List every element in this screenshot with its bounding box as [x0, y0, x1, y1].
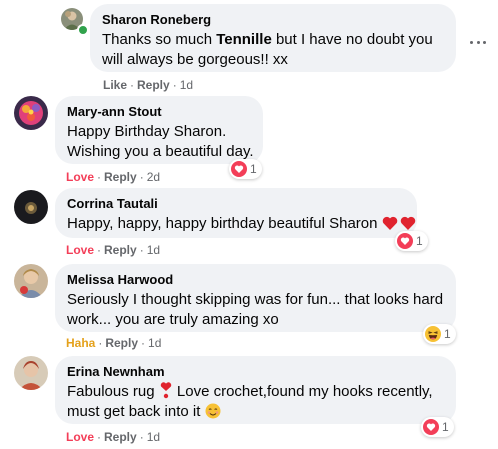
love-reaction-icon	[423, 419, 439, 435]
separator: ·	[97, 243, 102, 257]
reply-button[interactable]: Reply	[104, 170, 137, 184]
comment-bubble: Corrina Tautali Happy, happy, happy birt…	[55, 188, 417, 238]
reaction-summary[interactable]: 1	[395, 231, 428, 251]
dot	[470, 40, 473, 44]
timestamp[interactable]: 1d	[147, 430, 160, 444]
reply-button[interactable]: Reply	[104, 243, 137, 257]
comment-erina-newnham: Erina Newnham Fabulous rug Love crochet,…	[0, 352, 498, 449]
love-button[interactable]: Love	[66, 430, 94, 444]
comment-actions: Love · Reply · 2d	[66, 169, 160, 185]
love-button[interactable]: Love	[66, 243, 94, 257]
comment-melissa-harwood: Melissa Harwood Seriously I thought skip…	[0, 260, 498, 352]
comment-text-part: Happy, happy, happy birthday beautiful S…	[67, 215, 378, 232]
comment-corrina-tautali: Corrina Tautali Happy, happy, happy birt…	[0, 184, 498, 260]
avatar[interactable]	[14, 190, 48, 224]
comment-text: Happy Birthday Sharon. Wishing you a bea…	[67, 123, 254, 160]
online-status-dot	[77, 24, 89, 36]
avatar[interactable]	[14, 264, 48, 298]
love-reaction-icon	[231, 161, 247, 177]
avatar[interactable]	[14, 356, 48, 390]
love-reaction-icon	[397, 233, 413, 249]
timestamp[interactable]: 2d	[147, 170, 160, 184]
separator: ·	[97, 430, 102, 444]
comment-author[interactable]: Erina Newnham	[67, 364, 444, 380]
comment-text: Fabulous rug Love crochet,found my hooks…	[67, 382, 452, 422]
dot	[476, 40, 480, 44]
separator: ·	[139, 243, 144, 257]
comment-text: Happy, happy, happy birthday beautiful S…	[67, 214, 415, 234]
comment-text-part: Fabulous rug	[67, 383, 159, 400]
comment-author[interactable]: Corrina Tautali	[67, 196, 405, 212]
comment-sharon-roneberg: Sharon Roneberg Thanks so much Tennille …	[0, 0, 498, 92]
reaction-count: 1	[416, 234, 423, 248]
comment-text-part: Thanks so much	[102, 31, 217, 48]
comment-bubble: Mary-ann Stout Happy Birthday Sharon. Wi…	[55, 96, 263, 164]
mention-link[interactable]: Tennille	[216, 31, 272, 48]
reaction-count: 1	[444, 327, 451, 341]
comment-actions: Love · Reply · 1d	[66, 429, 160, 445]
like-button[interactable]: Like	[103, 78, 127, 92]
avatar[interactable]	[14, 96, 48, 130]
reply-button[interactable]: Reply	[137, 78, 170, 92]
haha-reaction-icon	[425, 326, 441, 342]
comment-bubble: Sharon Roneberg Thanks so much Tennille …	[90, 4, 456, 72]
comment-author[interactable]: Mary-ann Stout	[67, 104, 251, 120]
comment-actions: Love · Reply · 1d	[66, 242, 160, 258]
separator: ·	[130, 78, 135, 92]
love-button[interactable]: Love	[66, 170, 94, 184]
reply-button[interactable]: Reply	[105, 336, 138, 350]
smiling-face-emoji-icon	[205, 403, 221, 419]
comment-actions: Haha · Reply · 1d	[66, 335, 161, 351]
dot	[483, 40, 486, 44]
red-heart-emoji-icon	[382, 216, 415, 230]
separator: ·	[141, 336, 146, 350]
comment-bubble: Erina Newnham Fabulous rug Love crochet,…	[55, 356, 456, 424]
separator: ·	[172, 78, 177, 92]
timestamp[interactable]: 1d	[180, 78, 193, 92]
more-options-button[interactable]	[470, 34, 486, 50]
timestamp[interactable]: 1d	[147, 243, 160, 257]
comment-author[interactable]: Sharon Roneberg	[102, 12, 444, 28]
separator: ·	[139, 170, 144, 184]
reply-button[interactable]: Reply	[104, 430, 137, 444]
timestamp[interactable]: 1d	[148, 336, 161, 350]
comment-text: Thanks so much Tennille but I have no do…	[102, 30, 444, 70]
reaction-summary[interactable]: 1	[423, 324, 456, 344]
comment-bubble: Melissa Harwood Seriously I thought skip…	[55, 264, 456, 332]
reaction-count: 1	[442, 420, 449, 434]
red-exclamation-heart-emoji-icon	[160, 382, 171, 399]
comment-text: Seriously I thought skipping was for fun…	[67, 291, 444, 328]
reaction-summary[interactable]: 1	[421, 417, 454, 437]
comment-mary-ann-stout: Mary-ann Stout Happy Birthday Sharon. Wi…	[0, 92, 498, 184]
haha-button[interactable]: Haha	[66, 336, 95, 350]
separator: ·	[97, 170, 102, 184]
separator: ·	[98, 336, 103, 350]
comment-author[interactable]: Melissa Harwood	[67, 272, 444, 288]
reaction-summary[interactable]: 1	[229, 159, 262, 179]
reaction-count: 1	[250, 162, 257, 176]
separator: ·	[139, 430, 144, 444]
comment-actions: Like · Reply · 1d	[103, 77, 193, 93]
